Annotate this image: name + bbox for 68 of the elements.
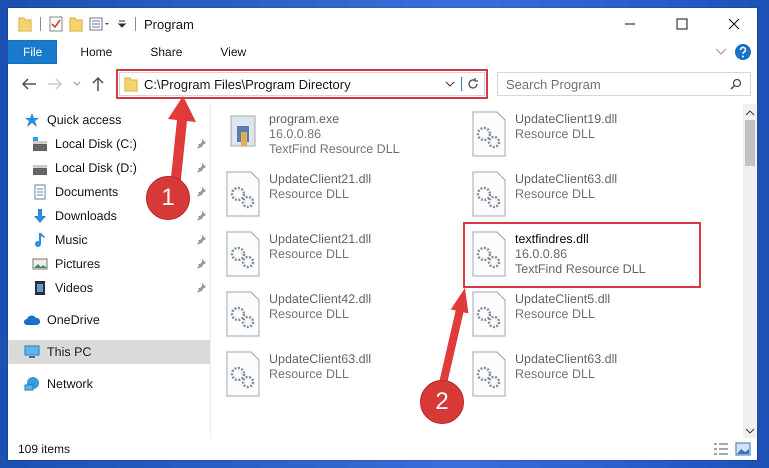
properties-icon[interactable] — [89, 17, 111, 31]
checkmark-icon[interactable] — [49, 16, 63, 32]
music-icon — [32, 232, 48, 248]
file-detail: Resource DLL — [515, 307, 595, 322]
help-icon[interactable] — [735, 44, 751, 60]
file-detail: Resource DLL — [515, 127, 595, 142]
pictures-icon — [32, 256, 48, 272]
search-field[interactable]: Search Program — [497, 72, 751, 96]
search-icon[interactable] — [730, 78, 742, 90]
star-icon — [24, 112, 40, 128]
drive-icon — [32, 136, 48, 152]
sidebar-item[interactable]: Music — [8, 228, 94, 252]
documents-icon — [32, 184, 48, 200]
file-name[interactable]: program.exe — [269, 112, 340, 127]
network-icon — [24, 376, 40, 392]
file-detail: Resource DLL — [269, 367, 349, 382]
scrollbar[interactable] — [743, 104, 757, 438]
file-name[interactable]: UpdateClient63.dll — [515, 352, 618, 367]
sidebar-item[interactable]: Local Disk (D:) — [8, 156, 143, 180]
scroll-up-icon[interactable] — [745, 110, 755, 116]
address-bar[interactable]: C:\Program Files\Program Directory — [119, 72, 485, 96]
file-name[interactable]: UpdateClient21.dll — [269, 172, 372, 187]
large-icons-view-icon[interactable] — [735, 442, 751, 456]
sidebar-item[interactable]: Local Disk (C:) — [8, 132, 143, 156]
file-detail: Resource DLL — [269, 247, 349, 262]
back-arrow-icon[interactable] — [21, 77, 37, 91]
file-detail: Resource DLL — [269, 187, 349, 202]
sidebar-item[interactable]: Videos — [8, 276, 99, 300]
file-detail: Resource DLL — [515, 187, 595, 202]
file-name[interactable]: UpdateClient63.dll — [515, 172, 618, 187]
file-detail: Resource DLL — [515, 367, 595, 382]
file-detail: Resource DLL — [269, 307, 349, 322]
details-view-icon[interactable] — [713, 442, 729, 456]
videos-icon — [32, 280, 48, 296]
file-name[interactable]: UpdateClient5.dll — [515, 292, 610, 307]
step-badge: 2 — [420, 380, 464, 424]
sidebar-item[interactable]: Downloads — [8, 204, 123, 228]
file-name[interactable]: textfindres.dll — [515, 232, 589, 247]
window-title: Program — [144, 16, 194, 32]
sidebar-item[interactable]: Documents — [8, 180, 124, 204]
sidebar-item[interactable]: This PC — [8, 340, 210, 364]
file-name[interactable]: UpdateClient21.dll — [269, 232, 372, 247]
pc-icon — [24, 344, 40, 360]
sidebar-item[interactable]: Network — [8, 372, 99, 396]
file-detail: TextFind Resource DLL — [269, 142, 400, 157]
file-name[interactable]: UpdateClient42.dll — [269, 292, 372, 307]
scroll-thumb[interactable] — [745, 120, 755, 166]
sidebar-item[interactable]: Quick access — [8, 108, 128, 132]
folder-icon[interactable] — [18, 16, 32, 32]
sidebar-item[interactable]: Pictures — [8, 252, 106, 276]
file-name[interactable]: UpdateClient19.dll — [515, 112, 618, 127]
file-detail: 16.0.0.86 — [269, 127, 322, 142]
address-path: C:\Program Files\Program Directory — [144, 76, 352, 92]
step-badge: 1 — [146, 176, 190, 220]
sidebar-item[interactable]: OneDrive — [8, 308, 106, 332]
scroll-down-icon[interactable] — [745, 428, 755, 434]
downloads-icon — [32, 208, 48, 224]
file-name[interactable]: UpdateClient63.dll — [269, 352, 372, 367]
forward-arrow-icon[interactable] — [47, 77, 63, 91]
folder-icon — [124, 76, 138, 92]
up-arrow-icon[interactable] — [91, 76, 105, 92]
file-detail: 16.0.0.86 — [515, 247, 568, 262]
chevron-down-icon[interactable] — [445, 81, 455, 87]
ribbon-tab[interactable]: File — [8, 40, 58, 64]
folder-icon[interactable] — [69, 16, 83, 32]
file-detail: TextFind Resource DLL — [515, 262, 646, 277]
item-count: 109 items — [18, 442, 70, 456]
dropdown-icon[interactable] — [117, 18, 127, 30]
